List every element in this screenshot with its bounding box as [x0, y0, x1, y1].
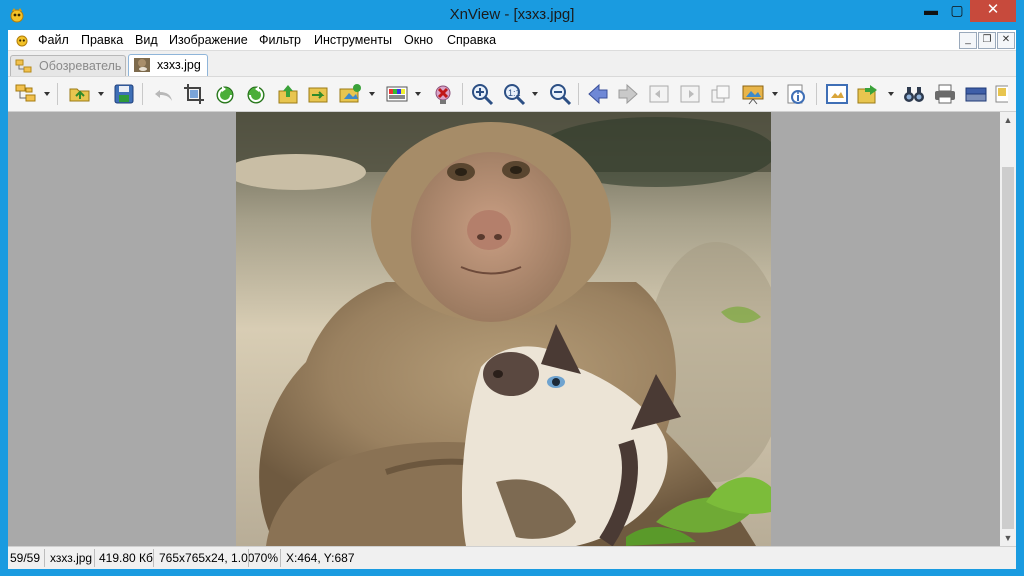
- delete-icon[interactable]: [431, 82, 455, 106]
- zoom-out-icon[interactable]: [548, 82, 572, 106]
- status-zoom: 70%: [254, 551, 279, 565]
- toolbar-separator: [462, 83, 463, 105]
- monkey-cat-photo[interactable]: [236, 112, 771, 546]
- svg-text:1:1: 1:1: [508, 88, 521, 98]
- tab-bar: Обозреватель хзхз.jpg: [8, 51, 1016, 76]
- prev-arrow-icon[interactable]: [586, 82, 610, 106]
- mdi-minimize-button[interactable]: _: [959, 32, 977, 49]
- save-icon[interactable]: [112, 82, 136, 106]
- menu-image[interactable]: Изображение: [169, 33, 248, 47]
- app-window: XnView - [хзхз.jpg] ▬ ▢ ✕ Файл Правка Ви…: [0, 0, 1024, 576]
- zoom-dropdown-icon[interactable]: [531, 90, 539, 98]
- window-close-button[interactable]: ✕: [970, 0, 1016, 22]
- zoom-in-icon[interactable]: [470, 82, 494, 106]
- menu-tools[interactable]: Инструменты: [314, 33, 392, 47]
- mdi-close-button[interactable]: ✕: [997, 32, 1015, 49]
- title-bar[interactable]: XnView - [хзхз.jpg] ▬ ▢ ✕: [0, 0, 1024, 30]
- client-area: Файл Правка Вид Изображение Фильтр Инстр…: [8, 30, 1016, 569]
- window-minimize-button[interactable]: ▬: [918, 0, 944, 22]
- convert-dropdown-icon[interactable]: [368, 90, 376, 98]
- browser-dropdown-icon[interactable]: [43, 90, 51, 98]
- rotate-right-icon[interactable]: [244, 82, 268, 106]
- menu-view[interactable]: Вид: [135, 33, 158, 47]
- scroll-down-button[interactable]: ▼: [1000, 530, 1016, 546]
- copy-to-icon[interactable]: [856, 82, 880, 106]
- status-separator: [94, 549, 95, 567]
- status-separator: [153, 549, 154, 567]
- status-filesize: 419.80 Кб: [99, 551, 153, 565]
- toolbar-separator: [816, 83, 817, 105]
- image-view-area[interactable]: [8, 112, 1000, 546]
- change-folder-icon[interactable]: [338, 82, 362, 106]
- scroll-thumb[interactable]: [1002, 167, 1014, 529]
- zoom-icon[interactable]: 1:1: [502, 82, 526, 106]
- status-dimensions: 765x765x24, 1.00: [159, 551, 255, 565]
- search-binoculars-icon[interactable]: [902, 82, 926, 106]
- status-filename: хзхз.jpg: [50, 551, 93, 565]
- toolbar-separator: [57, 83, 58, 105]
- toolbar: 1:1: [8, 76, 1016, 112]
- tab-browser-label: Обозреватель: [39, 59, 122, 73]
- status-separator: [248, 549, 249, 567]
- image-thumbnail-icon: [134, 58, 150, 72]
- rotate-left-icon[interactable]: [213, 82, 237, 106]
- slideshow-icon[interactable]: [741, 82, 765, 106]
- browser-tree-icon[interactable]: [14, 82, 38, 106]
- window-maximize-button[interactable]: ▢: [944, 0, 970, 22]
- browser-tab-icon: [15, 59, 32, 73]
- scan-icon[interactable]: [964, 82, 988, 106]
- prev-page-icon[interactable]: [678, 82, 702, 106]
- status-separator: [44, 549, 45, 567]
- export-icon[interactable]: [276, 82, 300, 106]
- vertical-scrollbar[interactable]: ▲ ▼: [1000, 112, 1016, 546]
- slideshow-dropdown-icon[interactable]: [771, 90, 779, 98]
- tab-browser[interactable]: Обозреватель: [10, 55, 126, 76]
- copy-dropdown-icon[interactable]: [887, 90, 895, 98]
- toolbar-separator: [142, 83, 143, 105]
- color-adjust-icon[interactable]: [385, 82, 409, 106]
- menu-window[interactable]: Окно: [404, 33, 433, 47]
- status-index: 59/59: [10, 551, 41, 565]
- crop-icon[interactable]: [182, 82, 206, 106]
- status-coordinates: X:464, Y:687: [286, 551, 355, 565]
- menu-bar: Файл Правка Вид Изображение Фильтр Инстр…: [8, 30, 1016, 51]
- more-tools-icon[interactable]: [994, 82, 1008, 106]
- fullscreen-icon[interactable]: [825, 82, 849, 106]
- print-icon[interactable]: [933, 82, 957, 106]
- undo-icon[interactable]: [152, 82, 176, 106]
- toolbar-separator: [578, 83, 579, 105]
- color-dropdown-icon[interactable]: [414, 90, 422, 98]
- scroll-up-button[interactable]: ▲: [1000, 112, 1016, 128]
- xnview-menu-icon[interactable]: [14, 32, 30, 48]
- menu-filter[interactable]: Фильтр: [259, 33, 301, 47]
- tab-image-label: хзхз.jpg: [157, 58, 201, 72]
- menu-file[interactable]: Файл: [38, 33, 69, 47]
- tab-image[interactable]: хзхз.jpg: [128, 54, 208, 76]
- window-title: XnView - [хзхз.jpg]: [449, 6, 575, 23]
- next-page-icon[interactable]: [709, 82, 733, 106]
- first-page-icon[interactable]: [647, 82, 671, 106]
- open-dropdown-icon[interactable]: [97, 90, 105, 98]
- next-arrow-icon[interactable]: [616, 82, 640, 106]
- info-icon[interactable]: [784, 82, 808, 106]
- menu-edit[interactable]: Правка: [81, 33, 123, 47]
- menu-help[interactable]: Справка: [447, 33, 496, 47]
- open-folder-icon[interactable]: [68, 82, 92, 106]
- status-separator: [280, 549, 281, 567]
- convert-icon[interactable]: [306, 82, 330, 106]
- status-bar: 59/59 хзхз.jpg 419.80 Кб 765x765x24, 1.0…: [8, 546, 1016, 569]
- mdi-restore-button[interactable]: ❐: [978, 32, 996, 49]
